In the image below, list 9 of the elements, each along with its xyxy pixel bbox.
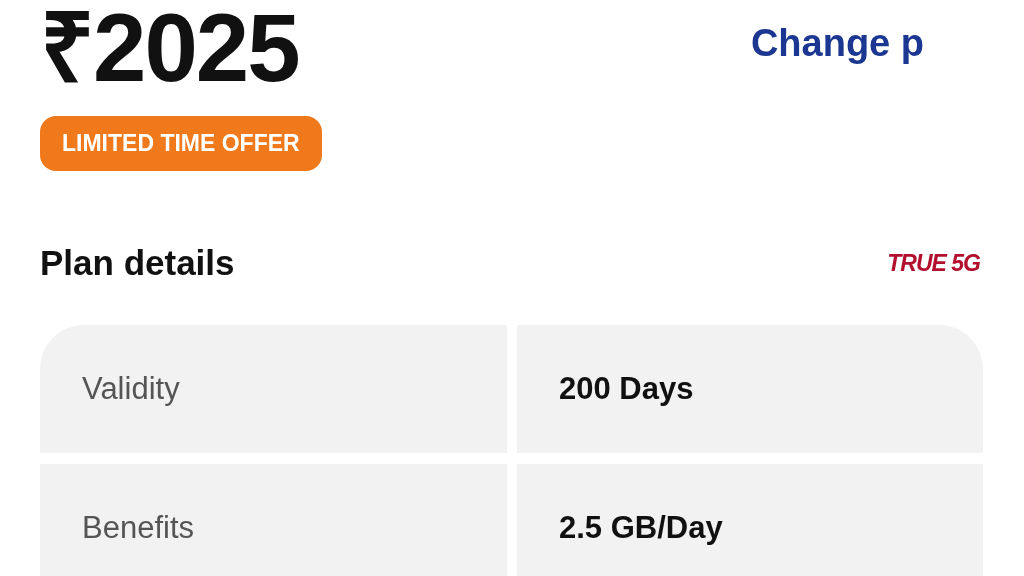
change-plan-link[interactable]: Change p [750, 22, 924, 65]
detail-value: 200 Days [517, 325, 983, 453]
detail-label: Validity [40, 325, 507, 453]
detail-label: Benefits [40, 464, 507, 576]
price: ₹2025 [40, 0, 299, 96]
detail-value: 2.5 GB/Day [517, 464, 983, 576]
section-title: Plan details [40, 243, 235, 283]
offer-badge: LIMITED TIME OFFER [40, 116, 322, 171]
network-label: TRUE 5G [887, 249, 980, 277]
